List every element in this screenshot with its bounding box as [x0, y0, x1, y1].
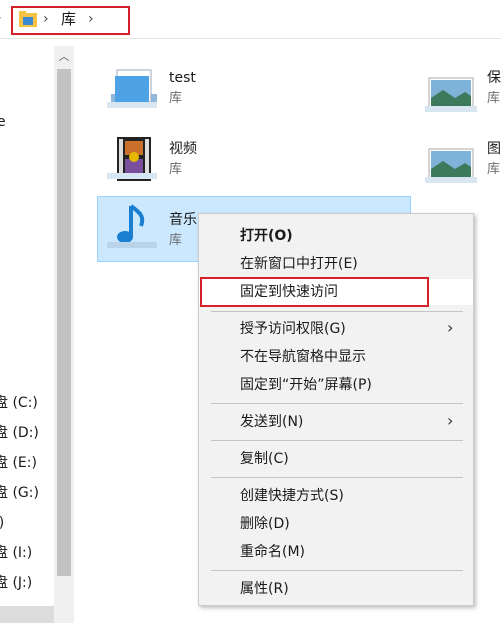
menu-item-send-to[interactable]: 发送到(N) ›: [199, 409, 473, 435]
nav-scrollbar[interactable]: ︿: [54, 46, 74, 623]
blank-library-icon: [107, 69, 157, 108]
videos-library-icon: [107, 137, 157, 181]
menu-separator: [211, 570, 463, 571]
menu-item-label: 在新窗口中打开(E): [240, 256, 358, 272]
menu-item-create-shortcut[interactable]: 创建快捷方式(S): [199, 483, 473, 509]
menu-item-pin-start[interactable]: 固定到“开始”屏幕(P): [199, 372, 473, 398]
pictures-library-icon: [425, 77, 477, 112]
nav-drive-c[interactable]: 盘 (C:): [0, 394, 38, 412]
library-name: 图: [487, 141, 501, 157]
menu-item-open-new-window[interactable]: 在新窗口中打开(E): [199, 251, 473, 277]
music-library-icon: [107, 204, 157, 248]
chevron-right-icon: ›: [0, 10, 2, 26]
menu-item-label: 复制(C): [240, 451, 289, 467]
menu-item-hide-from-nav[interactable]: 不在导航窗格中显示: [199, 344, 473, 370]
library-type: 库: [169, 91, 183, 106]
menu-item-copy[interactable]: 复制(C): [199, 446, 473, 472]
menu-separator: [211, 440, 463, 441]
nav-drive-j[interactable]: 盘 (J:): [0, 574, 32, 592]
menu-item-properties[interactable]: 属性(R): [199, 576, 473, 602]
nav-drive-g[interactable]: 盘 (G:): [0, 484, 39, 502]
menu-highlight-box: [200, 277, 429, 307]
nav-scroll-bottom: [0, 606, 54, 623]
scroll-up-icon[interactable]: ︿: [54, 46, 74, 68]
library-type: 库: [487, 162, 501, 177]
library-name: 视频: [169, 141, 197, 157]
menu-item-label: 创建快捷方式(S): [240, 488, 344, 504]
library-type: 库: [169, 233, 183, 248]
menu-item-rename[interactable]: 重命名(M): [199, 539, 473, 565]
menu-item-label: 固定到“开始”屏幕(P): [240, 377, 372, 393]
library-name: 音乐: [169, 212, 197, 228]
nav-drive-e[interactable]: 盘 (E:): [0, 454, 37, 472]
nav-drive-d[interactable]: 盘 (D:): [0, 424, 39, 442]
nav-drive-h[interactable]: :): [0, 514, 4, 532]
menu-item-delete[interactable]: 删除(D): [199, 511, 473, 537]
submenu-arrow-icon: ›: [447, 318, 454, 337]
library-name: test: [169, 70, 196, 86]
divider: [0, 38, 501, 39]
menu-item-open[interactable]: 打开(O): [199, 223, 473, 249]
context-menu: 打开(O) 在新窗口中打开(E) 固定到快速访问 授予访问权限(G) › 不在导…: [198, 213, 474, 606]
library-type: 库: [169, 162, 183, 177]
address-bar[interactable]: › › 库 ›: [0, 0, 501, 38]
address-highlight-box: [11, 6, 130, 35]
scroll-thumb[interactable]: [57, 69, 71, 576]
library-name: 保: [487, 70, 501, 86]
nav-item-partial[interactable]: e: [0, 114, 6, 130]
pictures-library-icon: [425, 148, 477, 183]
menu-separator: [211, 403, 463, 404]
menu-separator: [211, 311, 463, 312]
menu-item-label: 打开(O): [240, 228, 293, 244]
menu-separator: [211, 477, 463, 478]
menu-item-label: 删除(D): [240, 516, 290, 532]
nav-drive-i[interactable]: 盘 (I:): [0, 544, 32, 562]
menu-item-label: 重命名(M): [240, 544, 306, 560]
menu-item-label: 授予访问权限(G): [240, 321, 346, 337]
menu-item-label: 不在导航窗格中显示: [240, 349, 366, 365]
menu-item-label: 发送到(N): [240, 414, 304, 430]
menu-item-label: 属性(R): [240, 581, 289, 597]
submenu-arrow-icon: ›: [447, 411, 454, 430]
library-type: 库: [487, 91, 501, 106]
menu-item-give-access[interactable]: 授予访问权限(G) ›: [199, 316, 473, 342]
